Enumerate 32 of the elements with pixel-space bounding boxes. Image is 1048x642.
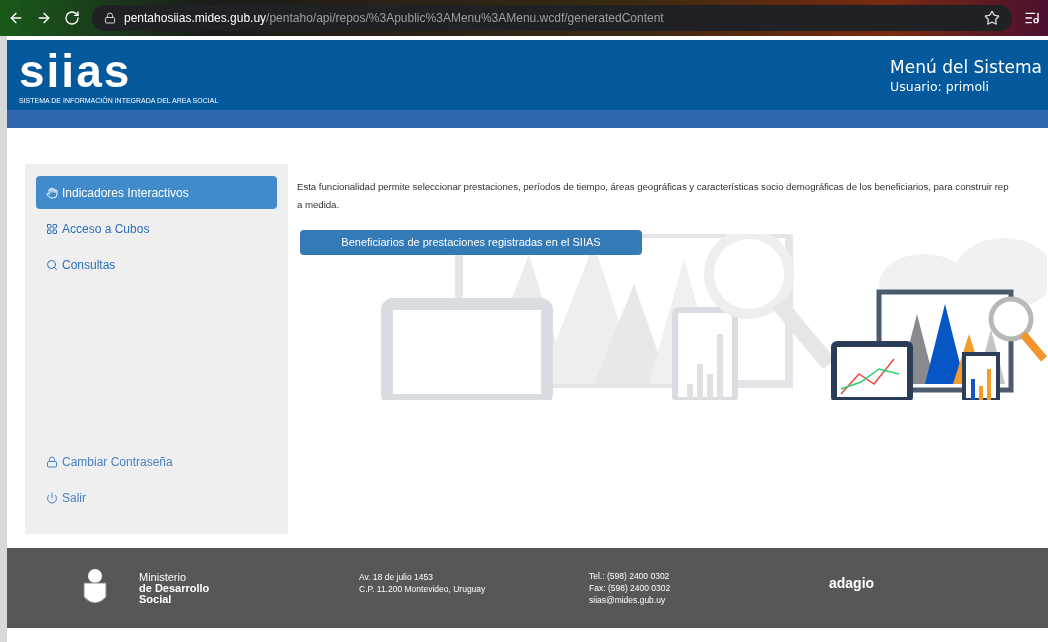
lock-icon bbox=[46, 456, 58, 468]
back-icon[interactable] bbox=[8, 10, 24, 26]
contact-text: Fax: (598) 2400 0302 bbox=[589, 582, 672, 594]
ministry-name: de Desarrollo bbox=[139, 582, 211, 594]
grid-icon bbox=[46, 222, 58, 235]
star-icon[interactable] bbox=[984, 10, 1000, 26]
reload-icon[interactable] bbox=[64, 10, 80, 26]
partner-logo: adagio bbox=[829, 573, 875, 593]
sidebar-item[interactable]: Acceso a Cubos bbox=[36, 212, 277, 245]
sidebar-item[interactable]: Cambiar Contraseña bbox=[36, 444, 277, 480]
description-text: Esta funcionalidad permite seleccionar prestaciones, períodos de tiempo, áreas geográficas y características socio demográficas de los beneficiarios, para construir rep bbox=[297, 180, 1010, 194]
media-icon[interactable] bbox=[1024, 10, 1040, 26]
address-text: C.P. 11.200 Montevideo, Uruguay bbox=[359, 583, 487, 595]
description-text: a medida. bbox=[297, 198, 341, 212]
address-text: Av. 18 de julio 1453 bbox=[359, 571, 434, 583]
search-icon bbox=[46, 258, 58, 271]
sidebar-item[interactable]: Consultas bbox=[36, 248, 277, 281]
address-bar[interactable]: pentahosiias.mides.gub.uy/pentaho/api/repos/%3Apublic%3AMenu%3AMenu.wcdf/generatedContent bbox=[92, 5, 1012, 31]
logo: siias bbox=[19, 48, 133, 94]
page-title: Menú del Sistema bbox=[890, 56, 1042, 78]
contact-text: Tel.: (598) 2400 0302 bbox=[589, 570, 671, 582]
ministry-name: Social bbox=[139, 593, 173, 605]
forward-icon[interactable] bbox=[36, 10, 52, 26]
ministry-name: Ministerio bbox=[139, 571, 188, 583]
lock-icon bbox=[104, 12, 116, 24]
report-button[interactable]: Beneficiarios de prestaciones registradas en el SIIAS bbox=[300, 230, 642, 255]
sidebar-item[interactable]: Indicadores Interactivos bbox=[36, 176, 277, 209]
user-label: Usuario: primoli bbox=[890, 78, 990, 96]
sidebar-item[interactable]: Salir bbox=[36, 480, 277, 516]
power-icon bbox=[46, 492, 58, 504]
url-text: pentahosiias.mides.gub.uy/pentaho/api/repos/%3Apublic%3AMenu%3AMenu.wcdf/generatedContent bbox=[124, 10, 664, 27]
contact-text: siias@mides.gub.uy bbox=[589, 594, 667, 606]
